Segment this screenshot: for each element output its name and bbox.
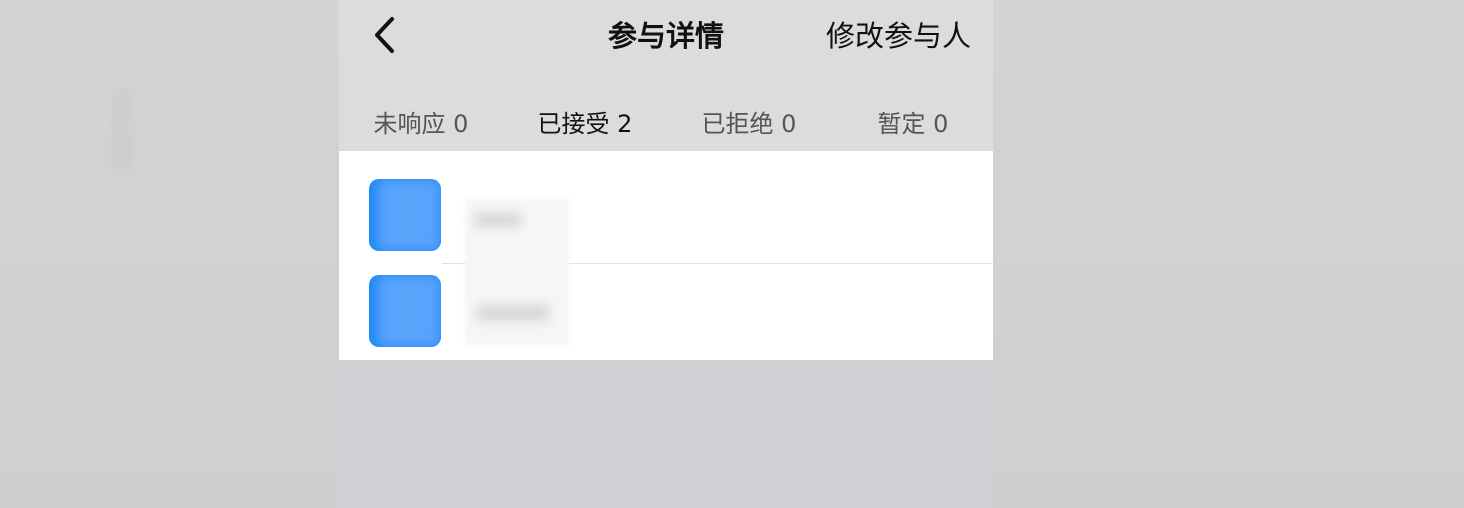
tab-accepted[interactable]: 已接受 2	[503, 100, 667, 148]
background-right	[993, 0, 1464, 508]
avatar	[369, 275, 441, 347]
avatar	[369, 179, 441, 251]
avatar-blur	[377, 275, 441, 347]
edit-participants-button[interactable]: 修改参与人	[805, 14, 971, 58]
participant-list	[339, 151, 993, 360]
background-ghost	[112, 88, 134, 170]
tab-declined[interactable]: 已拒绝 0	[667, 100, 831, 148]
tab-tentative[interactable]: 暂定 0	[831, 100, 995, 148]
redacted-name-1	[475, 213, 521, 227]
chevron-left-icon	[375, 17, 394, 53]
header-bar: 参与详情 修改参与人 未响应 0 已接受 2 已拒绝 0 暂定 0	[339, 0, 993, 151]
list-item[interactable]	[339, 275, 993, 371]
redacted-name-2	[477, 305, 549, 321]
tab-bar: 未响应 0 已接受 2 已拒绝 0 暂定 0	[339, 100, 993, 151]
redacted-names	[465, 199, 569, 345]
tab-no-response[interactable]: 未响应 0	[339, 100, 503, 148]
list-item[interactable]	[339, 179, 993, 275]
background-left	[0, 0, 339, 508]
back-button[interactable]	[367, 14, 407, 56]
avatar-blur	[377, 179, 441, 251]
app-screen: 参与详情 修改参与人 未响应 0 已接受 2 已拒绝 0 暂定 0	[339, 0, 993, 508]
page-title: 参与详情	[607, 19, 724, 53]
